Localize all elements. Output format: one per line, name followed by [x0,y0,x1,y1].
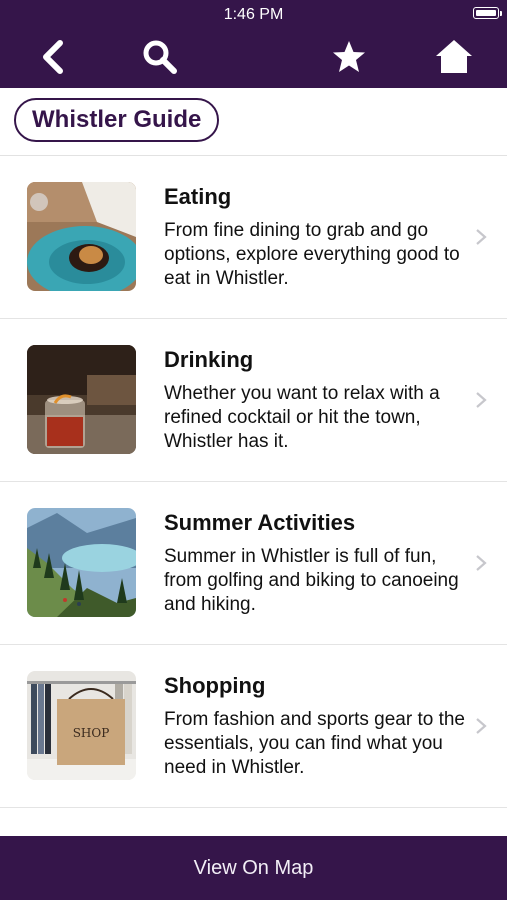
view-on-map-label: View On Map [193,856,314,879]
favorites-button[interactable] [329,37,369,77]
item-description: Summer in Whistler is full of fun, from … [164,546,459,615]
eating-thumbnail [27,182,136,291]
category-list: Eating From fine dining to grab and go o… [0,156,507,808]
list-item-summer-activities[interactable]: Summer Activities Summer in Whistler is … [0,482,507,645]
search-icon [143,40,177,74]
back-arrow-icon [43,40,63,74]
view-on-map-button[interactable]: View On Map [0,836,507,900]
search-button[interactable] [140,37,180,77]
home-button[interactable] [434,37,474,77]
list-item-shopping[interactable]: SHOP Shopping From fashion and sports ge… [0,645,507,808]
top-navigation-bar: 1:46 PM [0,0,507,88]
chevron-right-icon [476,229,487,245]
item-description: From fine dining to grab and go options,… [164,220,460,289]
item-title: Shopping [164,673,266,698]
summer-activities-thumbnail [27,508,136,617]
battery-icon [473,7,502,19]
item-title: Summer Activities [164,510,356,535]
item-description: From fashion and sports gear to the esse… [164,709,465,778]
item-title: Drinking [164,347,254,372]
back-button[interactable] [33,37,73,77]
chevron-right-icon [476,718,487,734]
filter-pill-label: Whistler Guide [32,106,202,133]
whistler-guide-filter-pill[interactable]: Whistler Guide [14,98,220,142]
list-item-eating[interactable]: Eating From fine dining to grab and go o… [0,156,507,319]
home-icon [436,40,472,73]
drinking-thumbnail [27,345,136,454]
status-bar-time: 1:46 PM [223,6,284,23]
item-description: Whether you want to relax with a refined… [164,383,440,452]
list-item-drinking[interactable]: Drinking Whether you want to relax with … [0,319,507,482]
item-title: Eating [164,184,232,209]
shop-bag-text: SHOP [73,726,110,740]
filter-bar: Whistler Guide [0,88,507,156]
chevron-right-icon [476,555,487,571]
star-icon [333,41,365,72]
shopping-thumbnail: SHOP [27,671,136,780]
chevron-right-icon [476,392,487,408]
